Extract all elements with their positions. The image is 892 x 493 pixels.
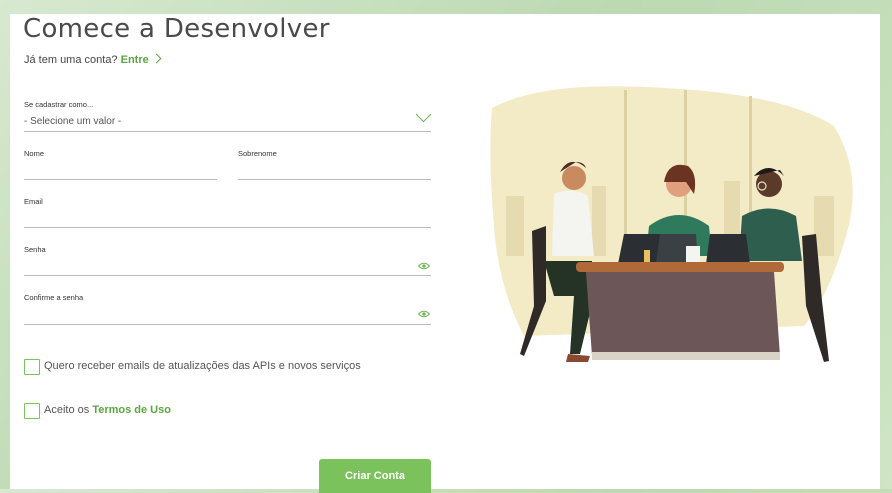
register-as-underline: [24, 131, 431, 132]
email-label: Email: [24, 197, 43, 206]
signup-page: Comece a Desenvolver Já tem uma conta? E…: [10, 14, 880, 493]
register-as-select[interactable]: - Selecione um valor -: [24, 116, 121, 127]
page-title: Comece a Desenvolver: [23, 14, 330, 44]
confirm-password-label: Confirme a senha: [24, 293, 84, 302]
terms-checkbox[interactable]: [24, 403, 40, 419]
chevron-down-icon[interactable]: [415, 106, 432, 123]
password-field[interactable]: [24, 275, 431, 276]
register-as-label: Se cadastrar como...: [24, 100, 94, 109]
email-field[interactable]: [24, 227, 431, 228]
last-name-label: Sobrenome: [238, 149, 277, 158]
terms-label: Aceito os Termos de Uso: [44, 404, 171, 416]
team-meeting-illustration: [490, 86, 853, 362]
terms-link[interactable]: Termos de Uso: [92, 404, 171, 416]
eye-icon[interactable]: [418, 310, 430, 318]
confirm-password-field[interactable]: [24, 324, 431, 325]
terms-prefix: Aceito os: [44, 404, 90, 416]
create-account-button[interactable]: Criar Conta: [319, 459, 431, 493]
eye-icon[interactable]: [418, 262, 430, 270]
newsletter-label: Quero receber emails de atualizações das…: [44, 360, 361, 372]
login-prompt: Já tem uma conta? Entre: [24, 53, 162, 66]
chevron-right-icon[interactable]: [151, 53, 162, 64]
first-name-field[interactable]: [24, 179, 217, 180]
login-link[interactable]: Entre: [121, 54, 149, 66]
login-prompt-text: Já tem uma conta?: [24, 54, 118, 66]
newsletter-checkbox[interactable]: [24, 359, 40, 375]
password-label: Senha: [24, 245, 46, 254]
last-name-field[interactable]: [238, 179, 431, 180]
first-name-label: Nome: [24, 149, 45, 158]
